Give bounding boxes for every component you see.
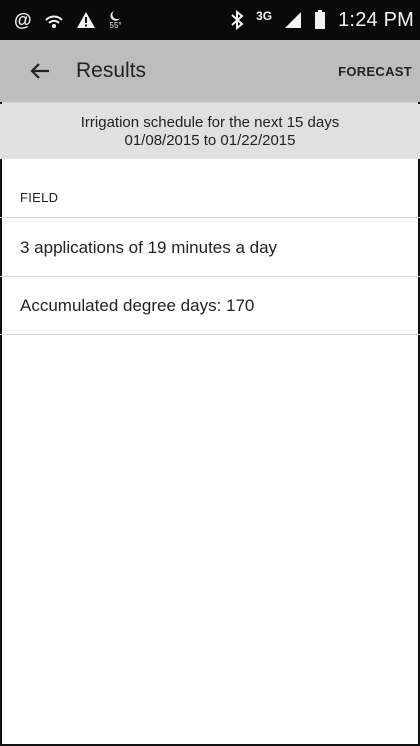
banner-line-1: Irrigation schedule for the next 15 days [80, 113, 340, 131]
list-item-text: Accumulated degree days: 170 [20, 295, 255, 315]
battery-icon [314, 10, 326, 30]
weather-icon: 55° [108, 10, 124, 30]
schedule-banner: Irrigation schedule for the next 15 days… [0, 104, 420, 159]
section-header-field: FIELD [20, 190, 59, 205]
bluetooth-icon [230, 10, 244, 30]
list-item: 3 applications of 19 minutes a day [0, 219, 420, 276]
forecast-button[interactable]: FORECAST [338, 58, 412, 85]
signal-icon [284, 11, 302, 29]
wifi-icon [44, 11, 64, 29]
divider [0, 217, 420, 218]
status-bar: @ 55° 3G 1:24 PM [0, 0, 420, 40]
list-item-text: 3 applications of 19 minutes a day [20, 237, 278, 257]
banner-line-2: 01/08/2015 to 01/22/2015 [124, 131, 296, 149]
status-left: @ 55° [14, 10, 124, 31]
network-type: 3G [256, 9, 273, 23]
app-bar: Results FORECAST [0, 40, 420, 102]
back-arrow-icon[interactable] [30, 60, 52, 82]
at-icon: @ [14, 9, 32, 30]
status-time: 1:24 PM [338, 8, 414, 31]
list-item: Accumulated degree days: 170 [0, 277, 420, 334]
weather-temp: 55° [109, 21, 122, 30]
divider [0, 334, 420, 335]
page-title: Results [76, 59, 147, 82]
status-right: 3G 1:24 PM [230, 9, 414, 32]
alert-icon [76, 11, 96, 29]
